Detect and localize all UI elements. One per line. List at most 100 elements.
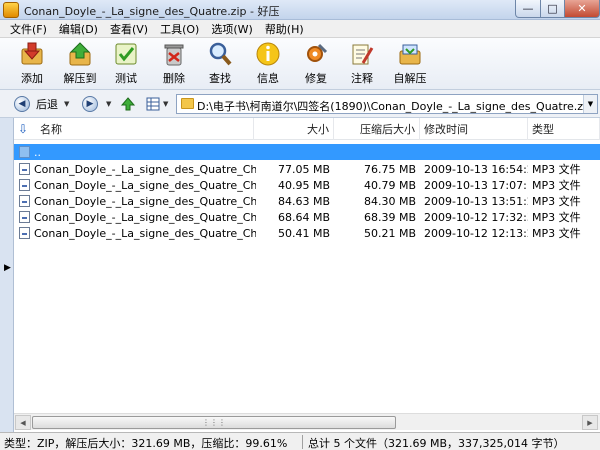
menu-help[interactable]: 帮助(H) [259,21,310,37]
mp3-file-icon [19,227,30,239]
scroll-right-button[interactable]: ▶ [582,415,598,430]
back-label: 后退 [36,98,58,111]
file-size: 84.63 MB [277,194,330,208]
self-extract-label: 自解压 [393,72,427,85]
table-row[interactable]: Conan_Doyle_-_La_signe_des_Quatre_Chap07… [14,193,600,209]
mp3-file-icon [19,195,30,207]
sort-down-icon: ⇩ [18,122,29,136]
file-modified: 2009-10-12 17:32:32 [424,210,528,224]
table-row[interactable]: Conan_Doyle_-_La_signe_des_Quatre_Chap12… [14,161,600,177]
repair-button[interactable]: 修复 [292,41,340,87]
scrollbar-thumb[interactable]: ⋮⋮⋮ [32,416,396,429]
find-button[interactable]: 查找 [196,41,244,87]
address-bar[interactable]: D:\电子书\柯南道尔\四签名(1890)\Conan_Doyle_-_La_s… [176,94,598,114]
column-size-label: 大小 [307,123,329,136]
back-button[interactable]: ◀ 后退 [14,95,58,113]
mp3-file-icon [19,211,30,223]
chevron-down-icon: ▼ [106,100,112,108]
extract-to-label: 解压到 [63,72,97,85]
file-size: 50.41 MB [277,226,330,240]
column-packed-label: 压缩后大小 [360,123,415,136]
table-row[interactable]: Conan_Doyle_-_La_signe_des_Quatre_Chap04… [14,209,600,225]
column-header-modified[interactable]: 修改时间 [420,118,528,140]
test-label: 测试 [115,72,137,85]
find-icon [209,42,232,66]
close-icon: ✕ [577,2,587,15]
navigation-bar: ◀ 后退 ▼ ▶ ▼ ▼ D:\电子书\柯南道尔\四签名(1890)\Conan… [0,90,600,118]
maximize-icon: □ [547,2,558,15]
file-list: ⇩ 名称 大小 压缩后大小 修改时间 类型 .. Conan_Doyle_-_L… [14,118,600,433]
close-button[interactable]: ✕ [564,0,600,18]
add-icon [21,42,43,65]
column-header-packed[interactable]: 压缩后大小 [334,118,420,140]
scroll-left-button[interactable]: ◀ [15,415,31,430]
title-bar: Conan_Doyle_-_La_signe_des_Quatre.zip - … [0,0,600,20]
expand-panel-icon: ▶ [4,263,11,273]
file-total-status: 总计 5 个文件（321.69 MB，337,325,014 字节） [308,437,565,450]
column-header-size[interactable]: 大小 [254,118,334,140]
archive-info-status: 类型：ZIP，解压后大小：321.69 MB，压缩比：99.61% [4,437,288,450]
menu-options[interactable]: 选项(W) [205,21,258,37]
add-button[interactable]: 添加 [8,41,56,87]
forward-history-dropdown[interactable]: ▼ [106,95,111,113]
folder-tree-splitter[interactable]: ▶ [0,118,14,433]
table-row[interactable]: Conan_Doyle_-_La_signe_des_Quatre_Chap01… [14,225,600,241]
parent-folder-row[interactable]: .. [14,144,600,160]
menu-view[interactable]: 查看(V) [104,21,154,37]
folder-icon [181,98,194,109]
file-packed-size: 76.75 MB [363,162,416,176]
view-mode-button[interactable]: ▼ [146,95,168,113]
comment-icon [352,44,374,65]
info-label: 信息 [257,72,279,85]
repair-label: 修复 [305,72,327,85]
extract-to-button[interactable]: 解压到 [56,41,104,87]
column-header-name[interactable]: ⇩ 名称 [14,118,254,140]
file-size: 77.05 MB [277,162,330,176]
add-label: 添加 [21,72,43,85]
file-packed-size: 40.79 MB [363,178,416,192]
address-path: D:\电子书\柯南道尔\四签名(1890)\Conan_Doyle_-_La_s… [197,100,597,113]
self-extract-button[interactable]: 自解压 [386,41,434,87]
file-type: MP3 文件 [532,163,581,176]
file-name: Conan_Doyle_-_La_signe_des_Quatre_Chap01… [34,226,256,240]
file-packed-size: 68.39 MB [363,210,416,224]
chevron-down-icon: ▼ [64,100,70,108]
column-name-label: 名称 [40,123,62,136]
menu-tools[interactable]: 工具(O) [154,21,205,37]
toolbar: 添加 解压到 测试 删除 查找 信息 修复 注释 自解压 [0,38,600,90]
up-folder-button[interactable] [120,95,136,113]
forward-button[interactable]: ▶ [82,95,98,113]
file-size: 40.95 MB [277,178,330,192]
extract-to-icon [69,42,91,66]
file-type: MP3 文件 [532,195,581,208]
back-history-dropdown[interactable]: ▼ [64,95,69,113]
horizontal-scrollbar[interactable]: ◀ ⋮⋮⋮ ▶ [14,413,600,430]
file-packed-size: 50.21 MB [363,226,416,240]
menu-edit[interactable]: 编辑(D) [53,21,104,37]
delete-icon [164,44,184,66]
column-header-type[interactable]: 类型 [528,118,600,140]
file-type: MP3 文件 [532,179,581,192]
delete-button[interactable]: 删除 [150,41,198,87]
self-extract-icon [399,44,421,65]
comment-button[interactable]: 注释 [338,41,386,87]
column-modified-label: 修改时间 [424,123,468,136]
maximize-button[interactable]: □ [540,0,565,18]
view-grid-icon [146,97,160,111]
haozip-app-icon[interactable] [3,2,19,18]
minimize-button[interactable]: — [515,0,541,18]
status-bar: 类型：ZIP，解压后大小：321.69 MB，压缩比：99.61% 总计 5 个… [0,432,600,450]
info-button[interactable]: 信息 [244,41,292,87]
chevron-down-icon: ▼ [587,100,594,108]
test-icon [115,43,137,65]
table-row[interactable]: Conan_Doyle_-_La_signe_des_Quatre_Chap10… [14,177,600,193]
file-name: Conan_Doyle_-_La_signe_des_Quatre_Chap04… [34,210,256,224]
address-dropdown[interactable]: ▼ [583,95,597,113]
file-size: 68.64 MB [277,210,330,224]
file-type: MP3 文件 [532,211,581,224]
file-name: Conan_Doyle_-_La_signe_des_Quatre_Chap10… [34,178,256,192]
menu-file[interactable]: 文件(F) [4,21,53,37]
menu-bar: 文件(F) 编辑(D) 查看(V) 工具(O) 选项(W) 帮助(H) [0,20,600,38]
test-button[interactable]: 测试 [102,41,150,87]
parent-folder-icon [19,146,30,158]
